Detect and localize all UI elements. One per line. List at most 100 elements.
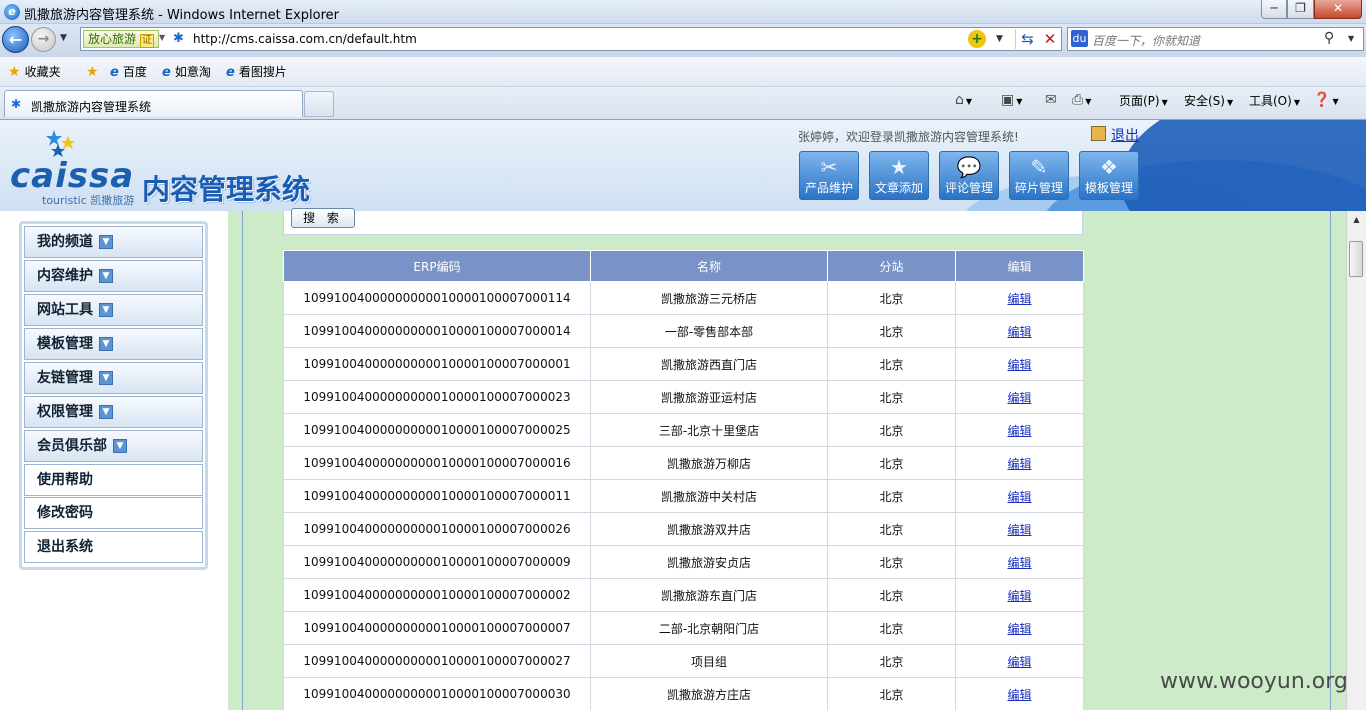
branch-cell: 北京 — [827, 545, 956, 579]
edit-link[interactable]: 编辑 — [1007, 688, 1031, 702]
button-label: 模板管理 — [1084, 181, 1133, 195]
edit-link[interactable]: 编辑 — [1007, 292, 1031, 306]
edit-link[interactable]: 编辑 — [1007, 424, 1031, 438]
tab-cms[interactable]: ✱ 凯撒旅游内容管理系统 — [4, 90, 303, 117]
chevron-down-icon: ▼ — [99, 337, 113, 351]
product-maintenance-button[interactable]: ✂ 产品维护 — [799, 151, 859, 200]
edit-link[interactable]: 编辑 — [1007, 655, 1031, 669]
erp-code-cell: 10991004000000000010000100007000114 — [283, 281, 591, 315]
edit-cell: 编辑 — [955, 380, 1084, 414]
edit-cell: 编辑 — [955, 644, 1084, 678]
vertical-scrollbar[interactable]: ▲ — [1346, 211, 1366, 710]
search-box[interactable]: du 百度一下，你就知道 ⚲ ▼ — [1067, 27, 1364, 51]
safe-travel-badge[interactable]: 放心旅游 证 — [83, 30, 159, 48]
tab-row: ✱ 凯撒旅游内容管理系统 ⌂ ▼ ▣ ▼ ✉ ⎙ ▼ 页面(P) ▼ 安全(S) ▼ 工具… — [0, 87, 1366, 119]
back-button[interactable]: ← — [2, 26, 29, 53]
tools-menu[interactable]: 工具(O) ▼ — [1249, 92, 1300, 109]
address-row: ← → ▼ 放心旅游 证 ▼ ✱ http://cms.caissa.com.c… — [0, 24, 1366, 57]
recent-pages-dropdown-icon[interactable]: ▼ — [60, 33, 67, 43]
edit-link[interactable]: 编辑 — [1007, 391, 1031, 405]
page-menu[interactable]: 页面(P) ▼ — [1119, 92, 1168, 109]
erp-code-cell: 10991004000000000010000100007000014 — [283, 314, 591, 348]
fav-link-image-search[interactable]: e 看图搜片 — [226, 64, 287, 82]
button-label: 碎片管理 — [1014, 181, 1063, 195]
scroll-thumb[interactable] — [1349, 241, 1363, 277]
sidebar-item-label: 修改密码 — [37, 505, 93, 521]
edit-link[interactable]: 编辑 — [1007, 589, 1031, 603]
sidebar-item-label: 权限管理 — [37, 404, 93, 420]
search-icon[interactable]: ⚲ — [1324, 30, 1334, 46]
mail-button[interactable]: ✉ — [1045, 92, 1057, 108]
sidebar-item-logout[interactable]: 退出系统 — [24, 531, 203, 563]
stop-icon[interactable]: ✕ — [1039, 29, 1061, 49]
edit-link[interactable]: 编辑 — [1007, 556, 1031, 570]
scroll-up-icon[interactable]: ▲ — [1349, 213, 1364, 227]
name-cell: 项目组 — [590, 644, 828, 678]
content-area: 我的频道 ▼ 内容维护 ▼ 网站工具 ▼ 模板管理 ▼ 友链管理 ▼ 权限管理 ▼ 会员俱乐… — [0, 208, 1346, 710]
erp-code-cell: 10991004000000000010000100007000011 — [283, 479, 591, 513]
help-button[interactable]: ❓ ▼ — [1313, 92, 1339, 108]
name-cell: 凯撒旅游方庄店 — [590, 677, 828, 710]
favorites-button[interactable]: ★ 收藏夹 — [8, 64, 61, 82]
search-button[interactable]: 搜 索 — [291, 208, 355, 228]
window-titlebar: e 凯撒旅游内容管理系统 - Windows Internet Explorer… — [0, 0, 1366, 24]
minimize-button[interactable]: ─ — [1261, 0, 1287, 19]
search-options-dropdown-icon[interactable]: ▼ — [1348, 34, 1354, 43]
edit-link[interactable]: 编辑 — [1007, 325, 1031, 339]
name-cell: 凯撒旅游亚运村店 — [590, 380, 828, 414]
safety-menu[interactable]: 安全(S) ▼ — [1184, 92, 1233, 109]
close-window-button[interactable]: ✕ — [1314, 0, 1362, 19]
safe-badge-dropdown-icon[interactable]: ▼ — [159, 33, 165, 42]
template-management-button[interactable]: ❖ 模板管理 — [1079, 151, 1139, 200]
forward-button[interactable]: → — [31, 27, 56, 52]
print-button[interactable]: ⎙ ▼ — [1072, 92, 1091, 108]
new-tab-button[interactable] — [304, 91, 334, 117]
sidebar-item-label: 模板管理 — [37, 336, 93, 352]
column-header: 编辑 — [955, 250, 1084, 282]
url-field[interactable]: http://cms.caissa.com.cn/default.htm — [193, 32, 417, 46]
refresh-icon[interactable]: ⇆ — [1015, 29, 1039, 49]
compatibility-view-icon[interactable]: + — [968, 30, 986, 48]
search-input[interactable]: 百度一下，你就知道 — [1092, 32, 1200, 49]
fragment-management-button[interactable]: ✎ 碎片管理 — [1009, 151, 1069, 200]
sidebar-item-site-tools[interactable]: 网站工具 ▼ — [24, 294, 203, 326]
sidebar-item-permissions[interactable]: 权限管理 ▼ — [24, 396, 203, 428]
sidebar-item-member-club[interactable]: 会员俱乐部 ▼ — [24, 430, 203, 462]
edit-link[interactable]: 编辑 — [1007, 358, 1031, 372]
erp-code-cell: 10991004000000000010000100007000026 — [283, 512, 591, 546]
fav-link-ruyitao[interactable]: e 如意淘 — [162, 64, 211, 82]
add-article-button[interactable]: ★ 文章添加 — [869, 151, 929, 200]
logout-link[interactable]: 退出 — [1111, 125, 1139, 145]
comment-management-button[interactable]: 💬 评论管理 — [939, 151, 999, 200]
edit-link[interactable]: 编辑 — [1007, 523, 1031, 537]
sidebar-item-template-management[interactable]: 模板管理 ▼ — [24, 328, 203, 360]
home-icon: ⌂ — [955, 92, 964, 108]
wrench-icon: ✂ — [820, 155, 838, 179]
url-dropdown-icon[interactable]: ▼ — [996, 34, 1003, 44]
dropdown-icon: ▼ — [965, 97, 973, 106]
sidebar-item-friend-links[interactable]: 友链管理 ▼ — [24, 362, 203, 394]
sidebar-item-help[interactable]: 使用帮助 — [24, 464, 203, 496]
edit-link[interactable]: 编辑 — [1007, 622, 1031, 636]
branch-cell: 北京 — [827, 380, 956, 414]
fav-link-baidu[interactable]: e 百度 — [110, 64, 147, 82]
edit-cell: 编辑 — [955, 512, 1084, 546]
name-cell: 凯撒旅游中关村店 — [590, 479, 828, 513]
erp-code-cell: 10991004000000000010000100007000002 — [283, 578, 591, 612]
feeds-button[interactable]: ▣ ▼ — [1001, 92, 1022, 108]
sidebar-item-change-password[interactable]: 修改密码 — [24, 497, 203, 529]
dropdown-icon: ▼ — [1332, 97, 1339, 106]
edit-link[interactable]: 编辑 — [1007, 457, 1031, 471]
erp-code-cell: 10991004000000000010000100007000025 — [283, 413, 591, 447]
branch-cell: 北京 — [827, 446, 956, 480]
sidebar-item-label: 会员俱乐部 — [37, 438, 107, 454]
edit-link[interactable]: 编辑 — [1007, 490, 1031, 504]
edit-doc-icon: ✎ — [1030, 155, 1048, 179]
maximize-button[interactable]: ❐ — [1287, 0, 1314, 19]
home-button[interactable]: ⌂ ▼ — [955, 92, 972, 108]
sidebar-item-content-maintenance[interactable]: 内容维护 ▼ — [24, 260, 203, 292]
add-favorite-button[interactable]: ★ — [86, 64, 103, 82]
sidebar-item-my-channel[interactable]: 我的频道 ▼ — [24, 226, 203, 258]
address-bar[interactable]: 放心旅游 证 ▼ ✱ http://cms.caissa.com.cn/defa… — [80, 27, 1062, 51]
erp-code-cell: 10991004000000000010000100007000030 — [283, 677, 591, 710]
